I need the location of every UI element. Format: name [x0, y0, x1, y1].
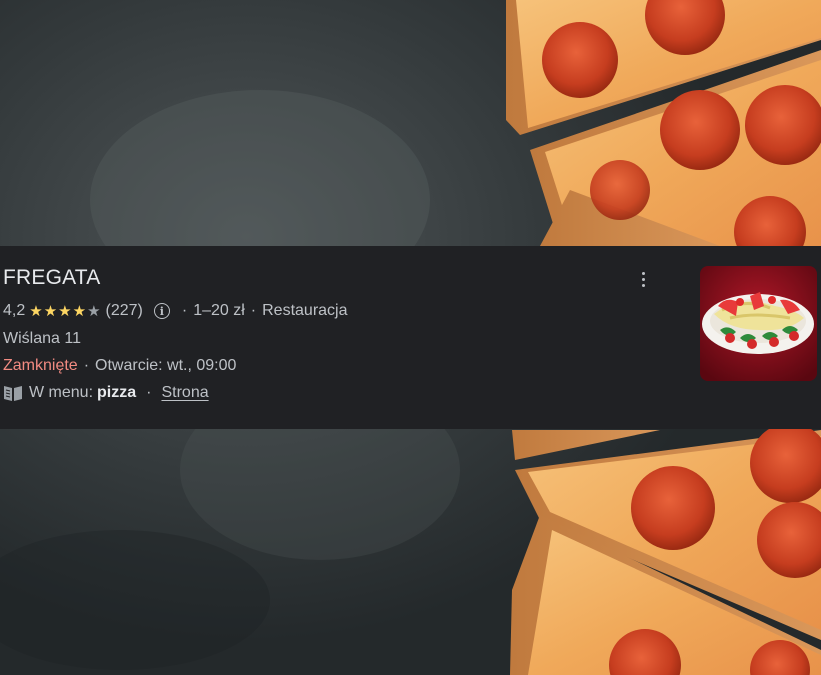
menu-item: pizza: [97, 384, 137, 401]
star-icon: ★: [87, 302, 101, 320]
menu-row: W menu: pizza · Strona: [3, 384, 209, 402]
rating-value: 4,2: [3, 302, 26, 319]
star-icon: ★: [29, 302, 43, 320]
info-icon[interactable]: i: [153, 303, 170, 319]
opening-hours: Otwarcie: wt., 09:00: [95, 357, 237, 374]
hours-row: Zamknięte · Otwarcie: wt., 09:00: [3, 357, 236, 375]
separator: ·: [146, 384, 152, 401]
separator: ·: [181, 302, 188, 319]
more-vert-icon[interactable]: [633, 267, 653, 291]
rating-row: 4,2 ★ ★ ★ ★ ★ (227) i · 1–20 zł · Restau…: [3, 302, 348, 320]
category: Restauracja: [262, 302, 348, 319]
separator: ·: [83, 357, 90, 374]
status-closed: Zamknięte: [3, 357, 78, 374]
separator: ·: [250, 302, 257, 319]
menu-book-icon: [4, 386, 22, 401]
star-rating: ★ ★ ★ ★ ★: [29, 304, 100, 319]
address-row: Wiślana 11: [3, 330, 81, 348]
star-icon: ★: [58, 302, 72, 320]
price-range: 1–20 zł: [193, 302, 245, 319]
menu-prefix: W menu:: [29, 384, 94, 401]
star-icon: ★: [43, 302, 58, 320]
review-count[interactable]: (227): [106, 302, 143, 320]
business-name[interactable]: FREGATA: [3, 266, 100, 290]
website-link[interactable]: Strona: [161, 384, 208, 402]
star-icon: ★: [72, 302, 87, 320]
address: Wiślana 11: [3, 330, 81, 347]
business-photo-thumbnail[interactable]: [700, 266, 817, 381]
